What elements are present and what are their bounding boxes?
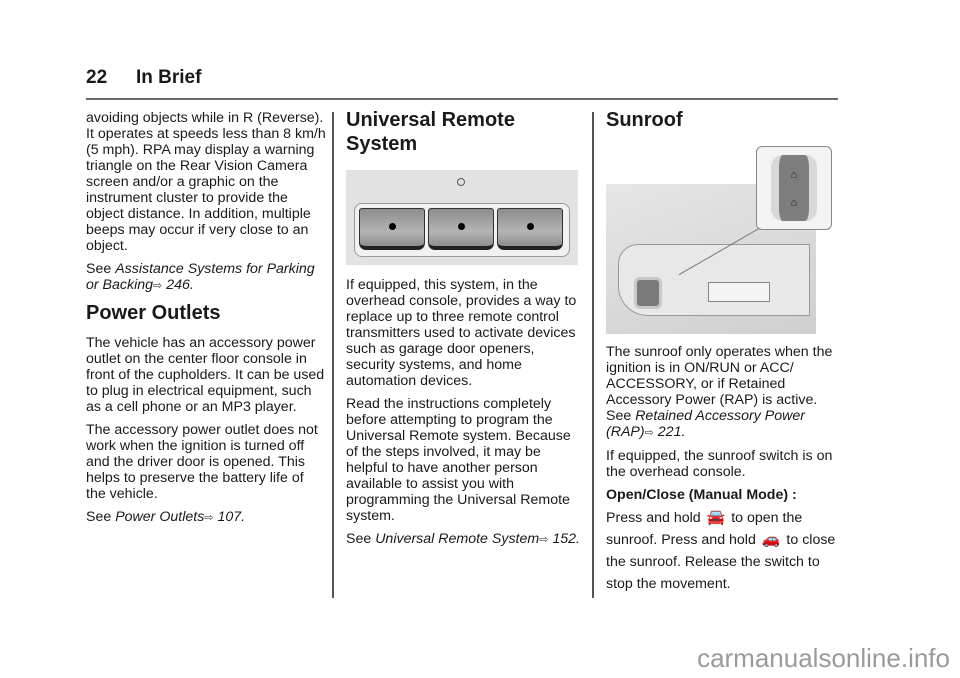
power-outlets-paragraph: The accessory power outlet does not work…: [86, 422, 318, 502]
section-heading: Sunroof: [606, 109, 683, 131]
sunroof-close-icon: ⌂: [790, 197, 798, 209]
column-left: avoiding objects while in R (Reverse). I…: [86, 110, 326, 533]
remote-button-1: [359, 208, 425, 250]
switch-detail-inset: ⌂ ⌂: [756, 146, 832, 230]
watermark: carmanualsonline.info: [697, 643, 950, 673]
reference-link[interactable]: Power Outlets: [115, 509, 204, 525]
map-lamp: [708, 282, 770, 302]
header-divider: [86, 98, 838, 100]
page-number: 22: [86, 67, 108, 88]
power-outlets-paragraph: The vehicle has an accessory power outle…: [86, 335, 325, 415]
see-label: See: [86, 509, 116, 525]
sunroof-paragraph: The sunroof only operates when the ignit…: [606, 344, 833, 440]
see-label: See: [86, 261, 116, 277]
see-label: See: [346, 531, 376, 547]
column-divider: [332, 112, 334, 598]
section-title: In Brief: [136, 67, 202, 88]
section-heading: Universal Remote System: [346, 109, 515, 155]
see-reference: See Assistance Systems for Parking or Ba…: [86, 261, 326, 294]
sunroof-open-icon: ⌂: [790, 169, 798, 181]
reference-arrow-icon: ⇨: [644, 427, 654, 439]
reference-link[interactable]: Assistance Systems for Parking or Backin…: [86, 261, 315, 293]
reference-page[interactable]: 107.: [214, 509, 245, 525]
rpa-paragraph: avoiding objects while in R (Reverse). I…: [86, 110, 326, 254]
reference-link[interactable]: Retained Accessory Power (RAP): [606, 408, 805, 440]
remote-button-panel: [354, 203, 570, 257]
page-header: 22 In Brief: [86, 64, 838, 102]
reference-page[interactable]: 246.: [162, 277, 194, 293]
section-heading: Power Outlets: [86, 302, 221, 324]
universal-remote-illustration: [346, 170, 578, 265]
universal-remote-paragraph: If equipped, this system, in the overhea…: [346, 277, 577, 389]
sunroof-close-icon: 🚗: [761, 531, 781, 548]
sunroof-switch: [634, 277, 662, 309]
column-right: Sunroof ⌂ ⌂ The sunroof only operates wh…: [606, 108, 846, 602]
sunroof-instructions: Press and hold 🚘 to open the sunroof. Pr…: [606, 509, 836, 592]
sunroof-switch-illustration: ⌂ ⌂: [606, 144, 838, 334]
column-divider: [592, 112, 594, 598]
reference-page[interactable]: 221.: [654, 424, 686, 440]
reference-arrow-icon: ⇨: [153, 280, 163, 292]
reference-link[interactable]: Universal Remote System: [375, 531, 539, 547]
see-reference: See Universal Remote System⇨ 152.: [346, 531, 586, 548]
column-middle: Universal Remote System If equipped, thi…: [346, 108, 586, 555]
sunroof-paragraph: If equipped, the sunroof switch is on th…: [606, 448, 833, 480]
see-reference: See Power Outlets⇨ 107.: [86, 509, 326, 526]
subheading: Open/Close (Manual Mode) :: [606, 487, 797, 503]
reference-arrow-icon: ⇨: [204, 512, 214, 524]
remote-button-2: [428, 208, 494, 250]
remote-button-3: [497, 208, 563, 250]
indicator-light-icon: [457, 178, 465, 186]
see-label: See: [606, 408, 636, 424]
universal-remote-paragraph: Read the instructions completely before …: [346, 396, 571, 524]
reference-page[interactable]: 152.: [548, 531, 580, 547]
sunroof-open-icon: 🚘: [706, 509, 726, 526]
